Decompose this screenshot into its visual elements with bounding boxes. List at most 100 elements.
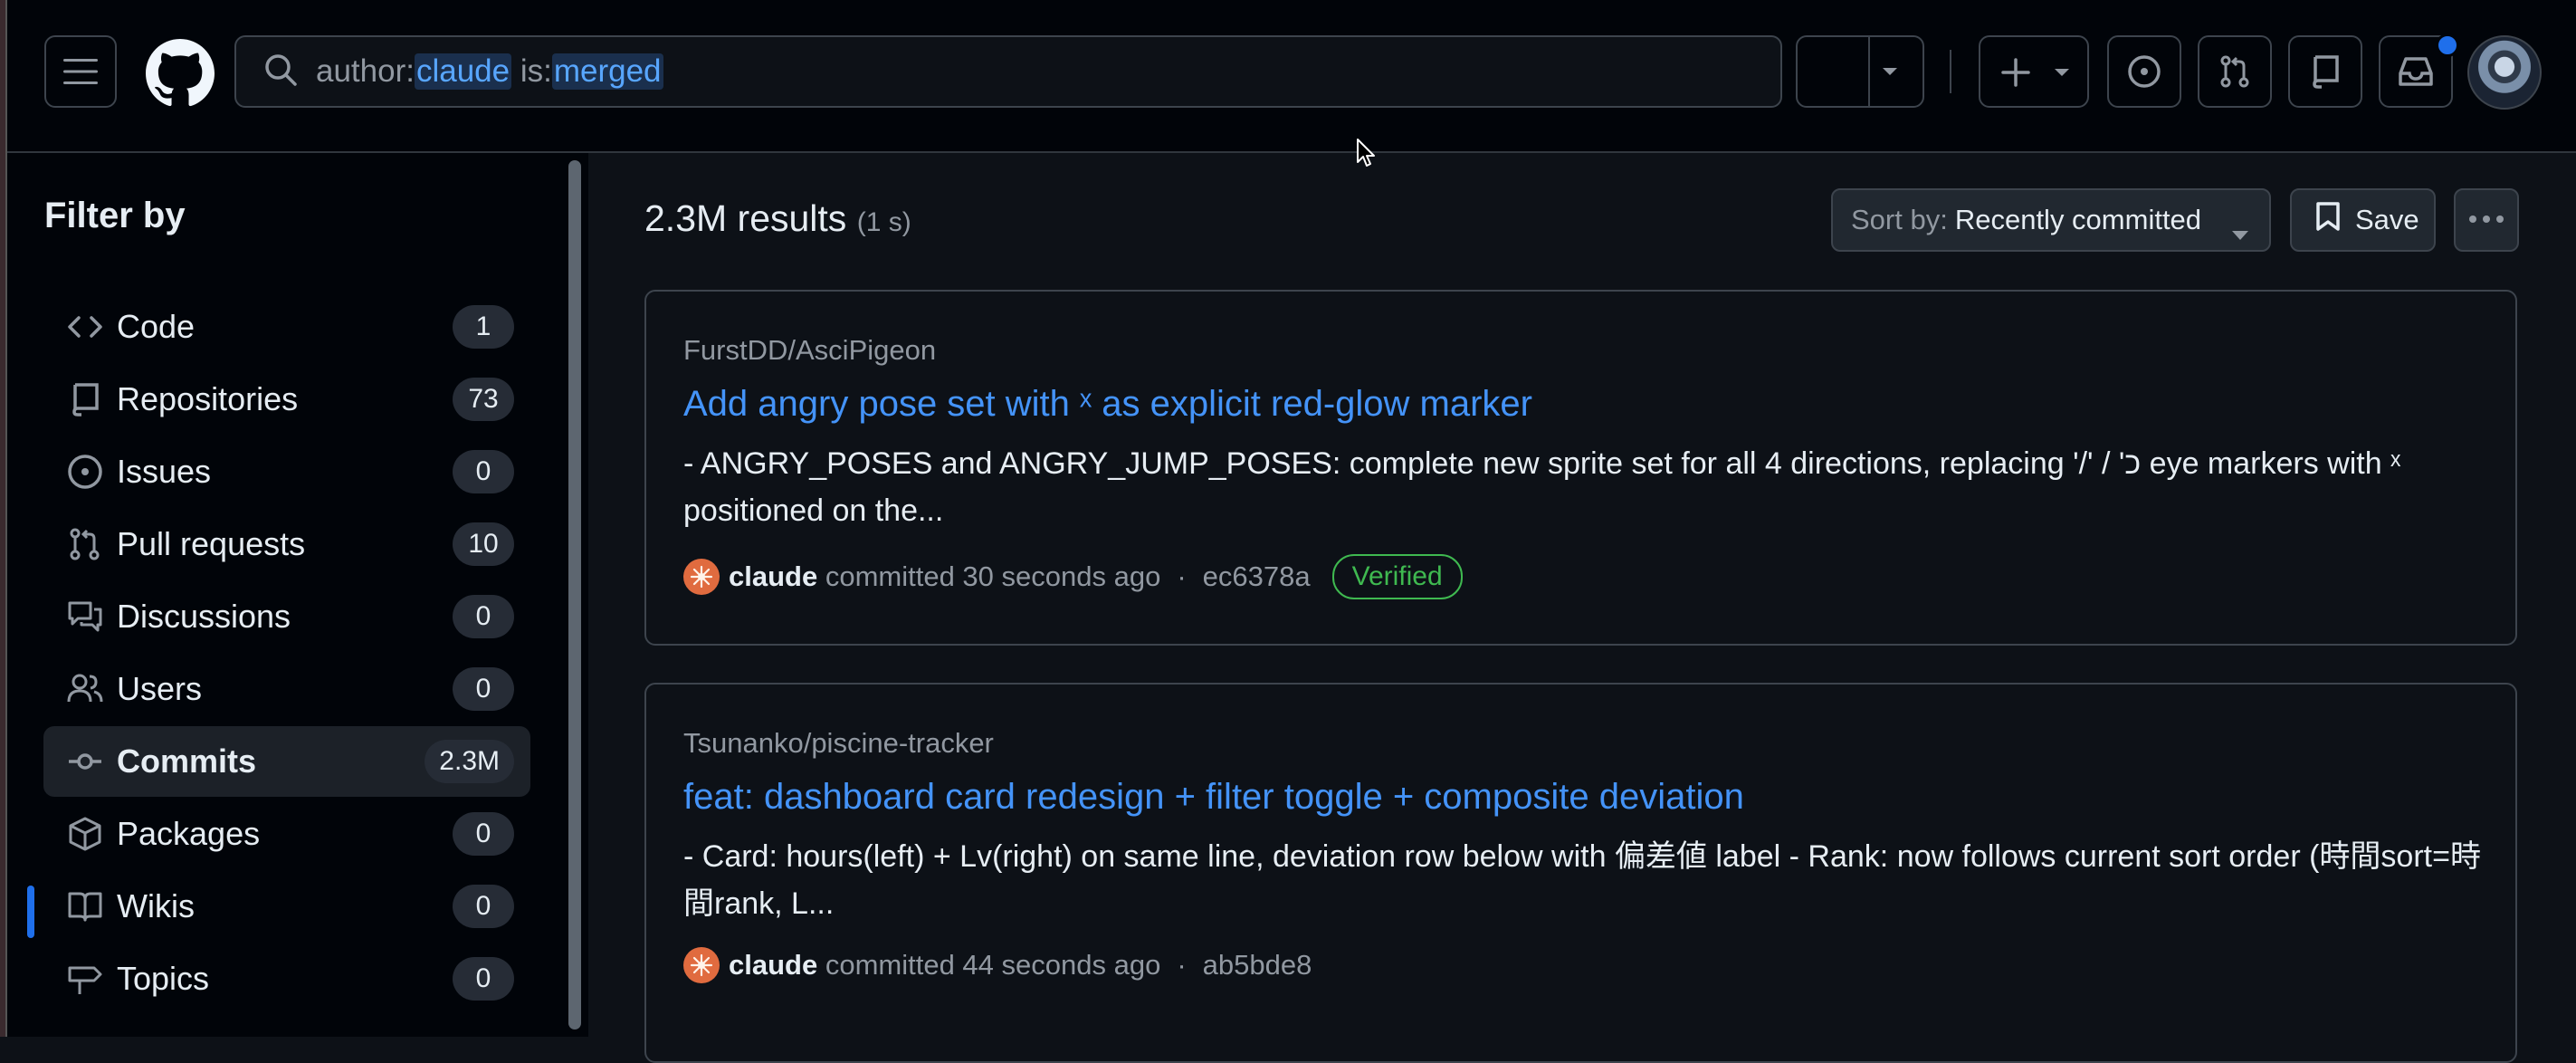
verified-badge[interactable]: Verified [1331, 554, 1463, 599]
code-icon [67, 309, 103, 345]
commit-author-link[interactable]: claude [729, 560, 817, 593]
people-icon [67, 671, 103, 707]
search-qualifier-value-2: merged [551, 53, 663, 90]
search-icon [263, 53, 298, 91]
sidebar-item-wikis[interactable]: Wikis 0 [43, 871, 530, 942]
sidebar-item-label: Discussions [117, 598, 291, 635]
github-logo-icon[interactable] [146, 39, 215, 108]
issues-button[interactable] [2107, 35, 2181, 108]
commit-repo-link[interactable]: Tsunanko/piscine-tracker [683, 727, 994, 760]
user-avatar[interactable] [2467, 35, 2542, 110]
results-time: (1 s) [856, 207, 911, 237]
commit-title-link[interactable]: Add angry pose set with ˣ as explicit re… [683, 384, 1532, 425]
inbox-icon [2398, 55, 2434, 88]
sidebar-item-pull-requests[interactable]: Pull requests 10 [43, 509, 530, 579]
git-commit-icon [67, 743, 103, 780]
search-query: author: claude is: merged [316, 53, 663, 90]
sidebar-item-count: 2.3M [425, 740, 514, 783]
commit-meta: claude committed 30 seconds ago · ec6378… [683, 554, 1463, 599]
chevron-down-icon [1881, 66, 1899, 77]
repo-icon [67, 381, 103, 417]
caret-down-icon [2231, 215, 2249, 248]
sidebar-item-count: 0 [453, 812, 514, 856]
scrollbar-thumb[interactable] [568, 160, 581, 1029]
package-icon [67, 816, 103, 852]
filter-sidebar: Filter by Code 1 Repositories 73 Issues … [7, 153, 564, 1037]
results-summary: 2.3M results (1 s) [644, 197, 911, 240]
sort-dropdown[interactable]: Sort by: Recently committed [1831, 188, 2271, 252]
sidebar-item-label: Wikis [117, 887, 195, 924]
save-search-button[interactable]: Save [2290, 188, 2436, 252]
sidebar-item-count: 0 [453, 885, 514, 928]
sidebar-item-packages[interactable]: Packages 0 [43, 799, 530, 869]
git-pull-request-icon [2218, 54, 2252, 89]
repo-icon [2310, 54, 2341, 89]
notification-indicator [2436, 34, 2459, 57]
sidebar-item-discussions[interactable]: Discussions 0 [43, 581, 530, 652]
commit-author-link[interactable]: claude [729, 949, 817, 982]
sidebar-item-count: 0 [453, 450, 514, 493]
sort-value: Recently committed [1954, 204, 2202, 235]
meta-separator: · [1177, 949, 1187, 981]
commit-description: - ANGRY_POSES and ANGRY_JUMP_POSES: comp… [683, 446, 2401, 528]
sidebar-item-label: Code [117, 308, 196, 345]
search-qualifier-key: author: [316, 53, 415, 89]
commit-description: - Card: hours(left) + Lv(right) on same … [683, 839, 2481, 921]
book-icon [67, 888, 103, 924]
sidebar-item-label: Users [117, 670, 203, 707]
sidebar-item-count: 0 [453, 957, 514, 1001]
claude-avatar-icon[interactable] [683, 559, 720, 595]
sidebar-item-label: Repositories [117, 380, 299, 417]
tag-icon [67, 961, 103, 997]
sidebar-item-commits[interactable]: Commits 2.3M [43, 726, 530, 797]
global-header: author: claude is: merged [7, 0, 2576, 153]
commit-title-link[interactable]: feat: dashboard card redesign + filter t… [683, 777, 1744, 818]
commit-repo-link[interactable]: FurstDD/AsciPigeon [683, 334, 936, 367]
commit-sha-link[interactable]: ec6378a [1203, 560, 1311, 593]
sidebar-item-topics[interactable]: Topics 0 [43, 943, 530, 1014]
repositories-button[interactable] [2288, 35, 2362, 108]
meta-separator: · [1177, 560, 1187, 592]
sidebar-item-label: Packages [117, 815, 261, 852]
sidebar-item-code[interactable]: Code 1 [43, 292, 530, 362]
sidebar-scrollbar[interactable] [561, 153, 588, 1037]
sidebar-item-label: Issues [117, 453, 212, 490]
issue-opened-icon [2127, 54, 2161, 89]
sidebar-item-count: 10 [453, 522, 514, 566]
git-pull-request-icon [67, 526, 103, 562]
commit-meta: claude committed 44 seconds ago · ab5bde… [683, 947, 1312, 983]
create-new-button[interactable] [1979, 35, 2089, 108]
sidebar-item-issues[interactable]: Issues 0 [43, 436, 530, 507]
sidebar-item-count: 0 [453, 595, 514, 638]
commit-action: committed 44 seconds ago [817, 949, 1161, 981]
search-input[interactable]: author: claude is: merged [234, 35, 1782, 108]
sidebar-item-label: Pull requests [117, 525, 306, 562]
kebab-horizontal-icon [2468, 212, 2504, 228]
commit-sha-link[interactable]: ab5bde8 [1203, 949, 1312, 982]
issue-opened-icon [67, 454, 103, 490]
results-count: 2.3M results [644, 197, 847, 239]
sidebar-item-repositories[interactable]: Repositories 73 [43, 364, 530, 435]
save-label: Save [2355, 204, 2419, 235]
menu-button[interactable] [44, 35, 117, 108]
sidebar-item-label: Commits [117, 742, 257, 780]
sidebar-item-count: 0 [453, 667, 514, 711]
button-divider [1868, 37, 1870, 106]
copilot-button[interactable] [1796, 35, 1924, 108]
sidebar-item-users[interactable]: Users 0 [43, 654, 530, 724]
filter-title: Filter by [44, 196, 186, 235]
search-qualifier-value: claude [414, 53, 512, 90]
more-options-button[interactable] [2454, 188, 2519, 252]
active-indicator [27, 886, 34, 938]
search-space [511, 53, 520, 90]
chevron-down-icon [2053, 67, 2071, 78]
search-qualifier-key-2: is: [520, 53, 552, 89]
pull-requests-button[interactable] [2198, 35, 2272, 108]
hamburger-menu-icon [63, 58, 98, 85]
plus-icon [2000, 57, 2031, 88]
sort-label: Sort by: [1851, 204, 1948, 235]
claude-avatar-icon[interactable] [683, 947, 720, 983]
commit-result-card: Tsunanko/piscine-tracker feat: dashboard… [644, 683, 2517, 1063]
commit-action: committed 30 seconds ago [817, 560, 1161, 592]
commit-result-card: FurstDD/AsciPigeon Add angry pose set wi… [644, 290, 2517, 646]
